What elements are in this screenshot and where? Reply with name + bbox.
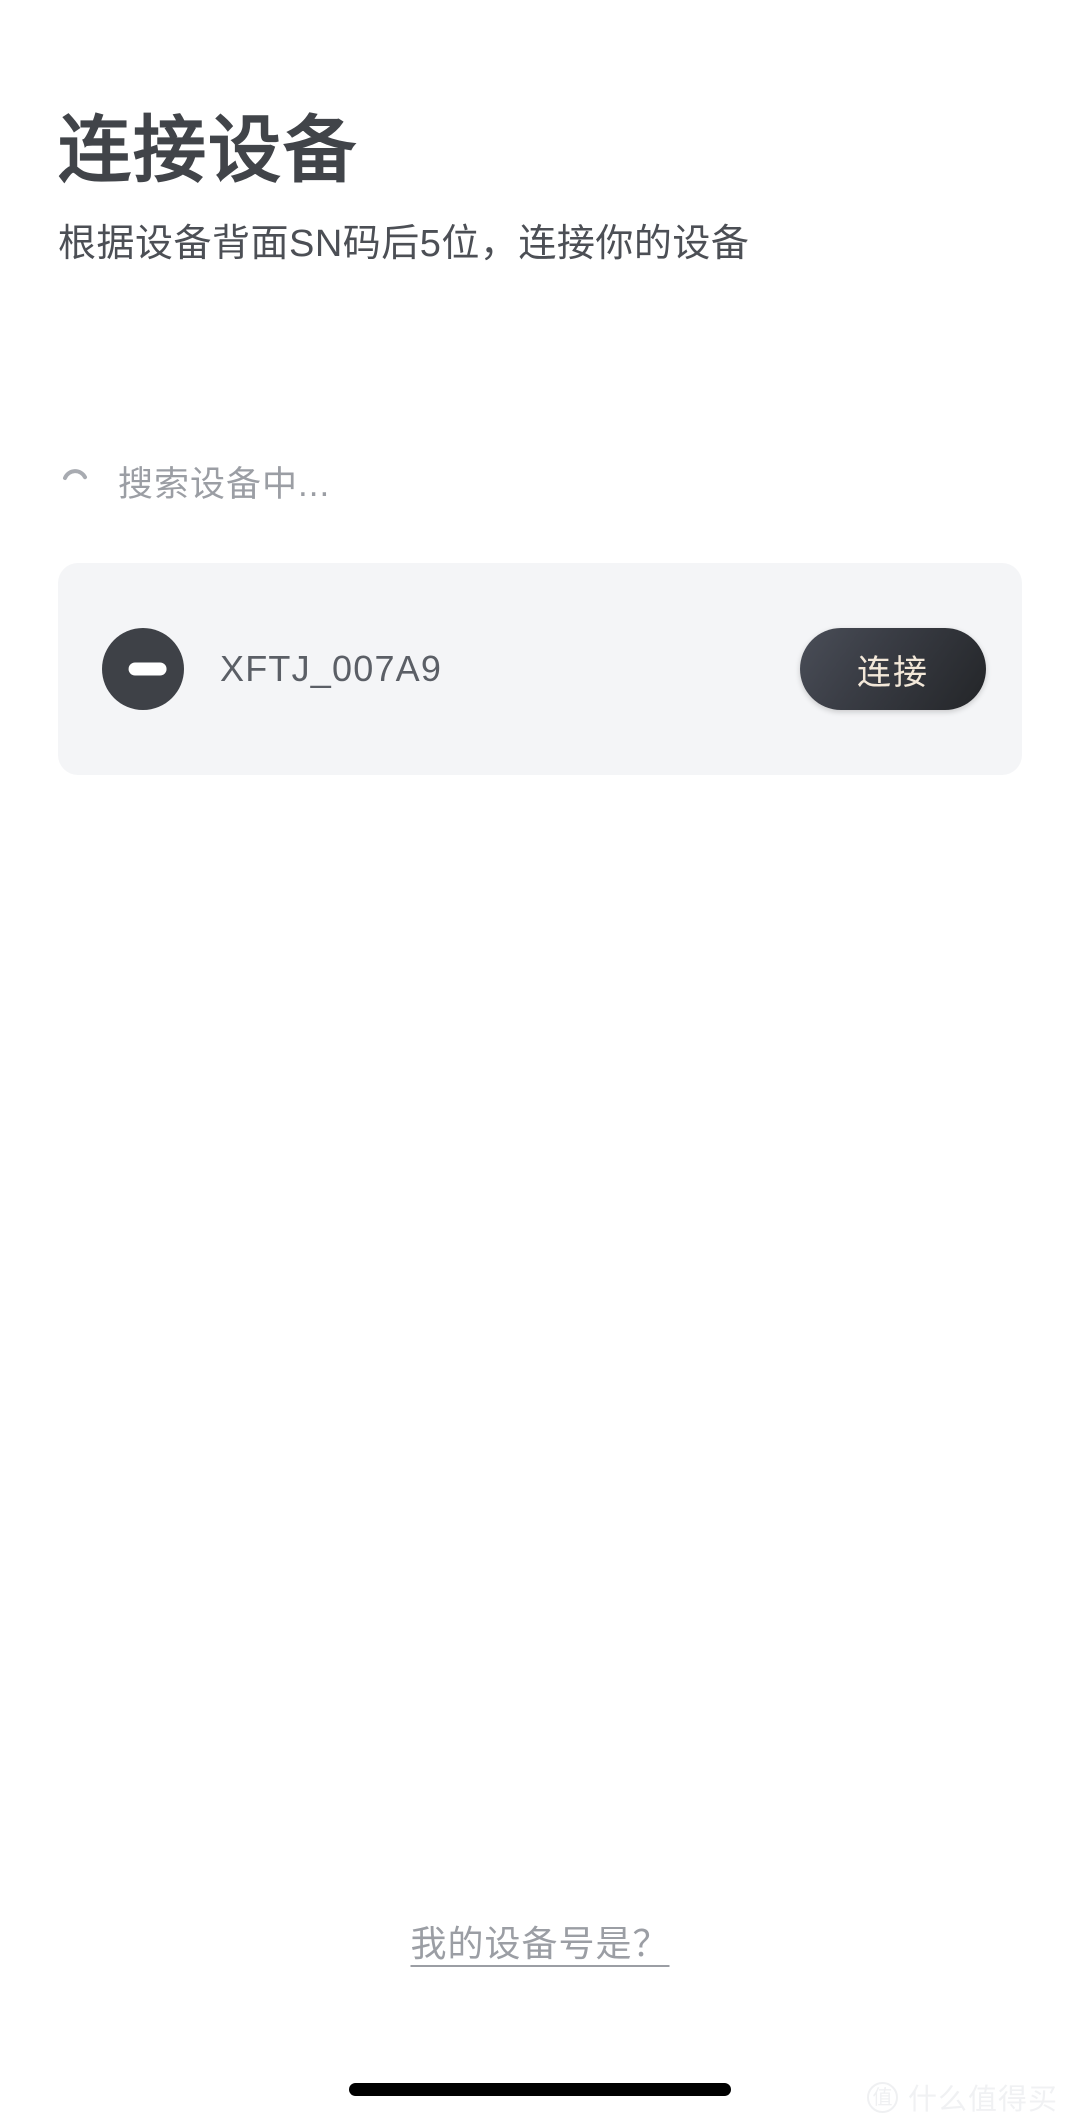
page-title: 连接设备 <box>58 110 358 191</box>
search-status-row: 搜索设备中... <box>58 452 330 512</box>
watermark-text: 什么值得买 <box>907 2084 1058 2116</box>
device-list-item[interactable]: XFTJ_007A9 连接 <box>58 563 1022 775</box>
page-header: 连接设备 根据设备背面SN码后5位，连接你的设备 <box>58 108 1018 270</box>
footer: 我的设备号是？ <box>0 1915 1080 1967</box>
watermark: 值 什么值得买 <box>866 2076 1058 2118</box>
device-dash-bar <box>128 662 167 676</box>
page-subtitle: 根据设备背面SN码后5位，连接你的设备 <box>58 223 750 266</box>
home-indicator[interactable] <box>349 2083 731 2096</box>
watermark-badge-icon: 值 <box>866 2081 898 2113</box>
device-name-label: XFTJ_007A9 <box>220 648 443 689</box>
loading-spinner-arc-icon <box>58 465 92 499</box>
device-dash-circle-icon <box>102 628 184 710</box>
connect-device-screen: 连接设备 根据设备背面SN码后5位，连接你的设备 搜索设备中... XFTJ_0… <box>0 0 1080 2127</box>
search-status-text: 搜索设备中... <box>118 464 331 504</box>
my-device-number-help-link[interactable]: 我的设备号是？ <box>410 1915 669 1967</box>
connect-button[interactable]: 连接 <box>800 628 986 710</box>
